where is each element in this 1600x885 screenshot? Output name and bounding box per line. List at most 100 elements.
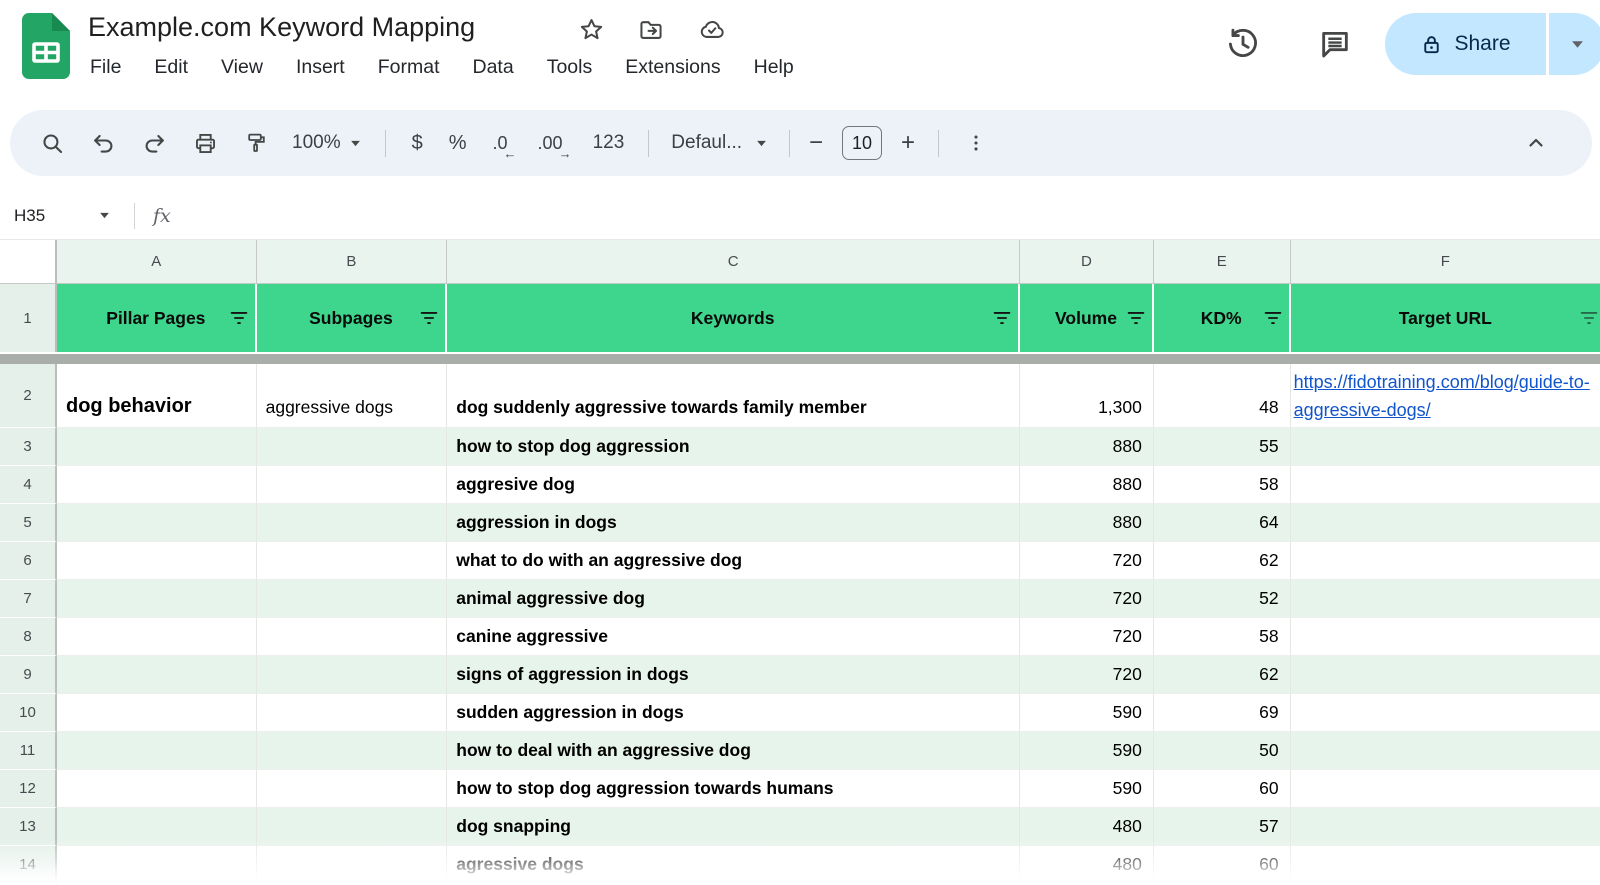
menu-file[interactable]: File xyxy=(90,56,121,79)
share-dropdown-button[interactable] xyxy=(1549,13,1600,75)
cell-D9[interactable]: 720 xyxy=(1020,656,1154,694)
increase-decimal-button[interactable]: .00→ xyxy=(538,133,563,154)
header-cell-kd[interactable]: KD% xyxy=(1154,284,1291,352)
header-cell-subpages[interactable]: Subpages xyxy=(257,284,448,352)
comments-button[interactable] xyxy=(1315,24,1355,64)
cell-C11[interactable]: how to deal with an aggressive dog xyxy=(447,732,1020,770)
cell-E14[interactable]: 60 xyxy=(1154,846,1291,884)
version-history-button[interactable] xyxy=(1223,24,1263,64)
format-currency-button[interactable]: $ xyxy=(412,132,423,155)
cell-D14[interactable]: 480 xyxy=(1020,846,1154,884)
column-header-c[interactable]: C xyxy=(447,240,1020,284)
column-header-e[interactable]: E xyxy=(1154,240,1291,284)
print-icon[interactable] xyxy=(193,131,218,156)
cell-B5[interactable] xyxy=(257,504,448,542)
cell-C14[interactable]: agressive dogs xyxy=(447,846,1020,884)
filter-icon[interactable] xyxy=(1127,311,1145,326)
cell-F4[interactable] xyxy=(1291,466,1600,504)
cell-A12[interactable] xyxy=(57,770,257,808)
increase-font-size-button[interactable]: + xyxy=(898,129,918,157)
cell-C9[interactable]: signs of aggression in dogs xyxy=(447,656,1020,694)
menu-help[interactable]: Help xyxy=(754,56,794,79)
cell-C10[interactable]: sudden aggression in dogs xyxy=(447,694,1020,732)
cell-E6[interactable]: 62 xyxy=(1154,542,1291,580)
cell-B14[interactable] xyxy=(257,846,448,884)
filter-icon[interactable] xyxy=(1264,311,1282,326)
cell-A6[interactable] xyxy=(57,542,257,580)
row-header-9[interactable]: 9 xyxy=(0,656,57,694)
filter-icon[interactable] xyxy=(230,311,248,326)
cell-A10[interactable] xyxy=(57,694,257,732)
row-header-10[interactable]: 10 xyxy=(0,694,57,732)
cell-D3[interactable]: 880 xyxy=(1020,428,1154,466)
menu-edit[interactable]: Edit xyxy=(154,56,188,79)
cell-E4[interactable]: 58 xyxy=(1154,466,1291,504)
cell-D2[interactable]: 1,300 xyxy=(1020,364,1154,428)
column-header-f[interactable]: F xyxy=(1291,240,1600,284)
document-title[interactable]: Example.com Keyword Mapping xyxy=(88,12,475,43)
filter-icon[interactable] xyxy=(1580,311,1598,326)
row-header-12[interactable]: 12 xyxy=(0,770,57,808)
cell-F2[interactable]: https://fidotraining.com/blog/​guide-to-… xyxy=(1291,364,1600,428)
more-options-icon[interactable] xyxy=(965,132,987,154)
cell-F10[interactable] xyxy=(1291,694,1600,732)
cell-B10[interactable] xyxy=(257,694,448,732)
cell-B13[interactable] xyxy=(257,808,448,846)
header-cell-keywords[interactable]: Keywords xyxy=(447,284,1020,352)
cell-B2[interactable]: aggressive dogs xyxy=(257,364,448,428)
header-cell-target-url[interactable]: Target URL xyxy=(1291,284,1600,352)
cell-C2[interactable]: dog suddenly aggressive towards family m… xyxy=(447,364,1020,428)
row-header-6[interactable]: 6 xyxy=(0,542,57,580)
row-header-1[interactable]: 1 xyxy=(0,284,57,352)
cell-A9[interactable] xyxy=(57,656,257,694)
row-header-3[interactable]: 3 xyxy=(0,428,57,466)
font-size-input[interactable]: 10 xyxy=(842,126,882,160)
zoom-selector[interactable]: 100% xyxy=(292,132,361,154)
cell-A4[interactable] xyxy=(57,466,257,504)
cell-D8[interactable]: 720 xyxy=(1020,618,1154,656)
name-box[interactable]: H35 xyxy=(0,206,120,226)
header-cell-pillar-pages[interactable]: Pillar Pages xyxy=(57,284,257,352)
column-header-a[interactable]: A xyxy=(57,240,257,284)
star-icon[interactable] xyxy=(578,16,605,43)
row-header-13[interactable]: 13 xyxy=(0,808,57,846)
cell-E5[interactable]: 64 xyxy=(1154,504,1291,542)
cell-D13[interactable]: 480 xyxy=(1020,808,1154,846)
row-header-14[interactable]: 14 xyxy=(0,846,57,884)
cell-B12[interactable] xyxy=(257,770,448,808)
header-cell-volume[interactable]: Volume xyxy=(1020,284,1154,352)
menu-format[interactable]: Format xyxy=(378,56,440,79)
cell-F7[interactable] xyxy=(1291,580,1600,618)
cell-C7[interactable]: animal aggressive dog xyxy=(447,580,1020,618)
cell-F14[interactable] xyxy=(1291,846,1600,884)
undo-icon[interactable] xyxy=(91,131,116,156)
redo-icon[interactable] xyxy=(142,131,167,156)
menu-tools[interactable]: Tools xyxy=(547,56,593,79)
format-percent-button[interactable]: % xyxy=(449,132,467,155)
cell-E13[interactable]: 57 xyxy=(1154,808,1291,846)
cell-F8[interactable] xyxy=(1291,618,1600,656)
cell-E2[interactable]: 48 xyxy=(1154,364,1291,428)
cell-B3[interactable] xyxy=(257,428,448,466)
font-selector[interactable]: Defaul... xyxy=(671,132,767,154)
cell-D4[interactable]: 880 xyxy=(1020,466,1154,504)
cell-D7[interactable]: 720 xyxy=(1020,580,1154,618)
formula-input[interactable] xyxy=(171,192,1600,239)
cell-C6[interactable]: what to do with an aggressive dog xyxy=(447,542,1020,580)
column-header-d[interactable]: D xyxy=(1020,240,1154,284)
share-button[interactable]: Share xyxy=(1385,13,1546,75)
cell-C8[interactable]: canine aggressive xyxy=(447,618,1020,656)
cell-B8[interactable] xyxy=(257,618,448,656)
google-sheets-logo[interactable] xyxy=(22,13,70,79)
cell-C3[interactable]: how to stop dog aggression xyxy=(447,428,1020,466)
column-header-b[interactable]: B xyxy=(257,240,448,284)
row-header-7[interactable]: 7 xyxy=(0,580,57,618)
row-header-8[interactable]: 8 xyxy=(0,618,57,656)
search-icon[interactable] xyxy=(40,131,65,156)
cell-E8[interactable]: 58 xyxy=(1154,618,1291,656)
cell-E12[interactable]: 60 xyxy=(1154,770,1291,808)
number-format-button[interactable]: 123 xyxy=(593,132,625,154)
cell-F6[interactable] xyxy=(1291,542,1600,580)
select-all-corner[interactable] xyxy=(0,240,57,284)
row-header-4[interactable]: 4 xyxy=(0,466,57,504)
